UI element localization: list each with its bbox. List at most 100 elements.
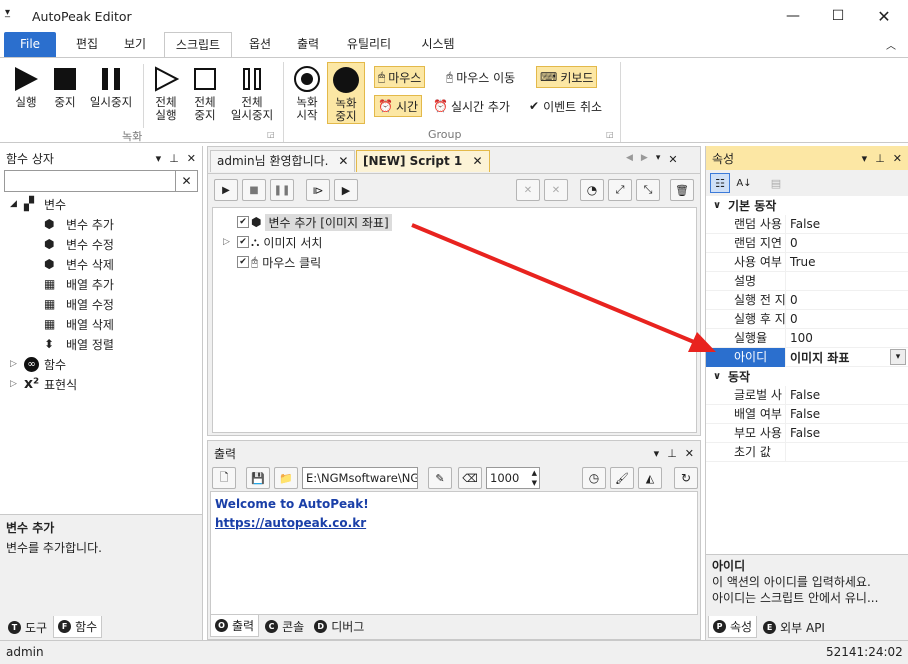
checkbox[interactable]: ✔ [237,216,249,228]
property-value[interactable]: 100 [786,331,813,345]
expand-arrow-icon[interactable]: ▷ [10,379,24,389]
tree-item[interactable]: ⬢ 변수 삭제 [10,254,200,274]
clear-search-icon[interactable]: ✕ [176,170,198,192]
expand-arrow-icon[interactable]: ▷ [10,359,24,369]
function-search-input[interactable] [4,170,176,192]
collapse-chevron-icon[interactable]: ∨ [706,200,728,211]
tab-system[interactable]: 시스템 [410,32,466,58]
property-value[interactable]: 0 [786,312,798,326]
brush-button[interactable]: 🖌 [610,467,634,489]
property-value[interactable]: False [786,426,820,440]
tab-debug[interactable]: D 디버그 [310,615,368,637]
tab-view[interactable]: 보기 [114,32,156,58]
tree-item[interactable]: ⬢ 변수 추가 [10,214,200,234]
property-row[interactable]: 부모 사용 False [706,423,908,443]
scroll-left-icon[interactable]: ◀ [626,153,633,166]
tree-node-variables[interactable]: ◢ ▞ 변수 [10,194,200,214]
property-pages-icon[interactable]: ▤ [766,173,786,193]
expand-arrow-icon[interactable]: ▷ [223,237,237,247]
tab-console[interactable]: C 콘솔 [261,615,308,637]
tab-output-log[interactable]: O 출력 [210,615,260,637]
category-basic[interactable]: ∨ 기본 동작 [706,196,908,215]
tab-tools[interactable]: T 도구 [4,616,51,638]
run-script-button[interactable]: ▶ [214,179,238,201]
trash-button[interactable]: 🗑 [670,179,694,201]
eraser-button[interactable]: ⌫ [458,467,482,489]
tree-item[interactable]: ▦ 배열 추가 [10,274,200,294]
close-tab-icon[interactable]: ✕ [338,154,348,168]
close-doc-icon[interactable]: ✕ [668,153,677,166]
category-action[interactable]: ∨ 동작 [706,367,908,386]
property-row[interactable]: 배열 여부 False [706,404,908,424]
collapse-arrow-icon[interactable]: ◢ [10,199,24,209]
property-row[interactable]: 실행 전 지0 [706,290,908,310]
property-value[interactable]: 0 [786,236,798,250]
dropdown-icon[interactable]: ▾ [862,152,868,165]
property-row[interactable]: 실행 후 지0 [706,309,908,329]
collapse-button[interactable]: ⤡ [636,179,660,201]
tree-item[interactable]: ⬍ 배열 정렬 [10,334,200,354]
play-from-button[interactable]: ▶ [334,179,358,201]
script-item-image-search[interactable]: ▷ ✔ ⛬ 이미지 서치 [223,232,322,252]
script-item-var-add[interactable]: ✔ ⬢ 변수 추가 [이미지 좌표] [223,212,392,232]
stop-script-button[interactable]: ■ [242,179,266,201]
tab-edit[interactable]: 편집 [66,32,108,58]
pin-icon[interactable]: ⊥ [169,152,179,165]
new-log-button[interactable]: 🗋 [212,467,236,489]
tree-item[interactable]: ⬢ 변수 수정 [10,234,200,254]
property-row[interactable]: 사용 여부 True [706,252,908,272]
property-row[interactable]: 설명 [706,271,908,291]
save-log-button[interactable]: 💾 [246,467,270,489]
stop-button[interactable]: 중지 [48,64,82,109]
pause-button[interactable]: 일시중지 [86,64,136,109]
pause-script-button[interactable]: ❚❚ [270,179,294,201]
time-toggle-button[interactable]: ⏰ 시간 [374,95,423,117]
property-row[interactable]: 글로벌 사 False [706,385,908,405]
record-stop-button[interactable]: 녹화 중지 [327,62,365,124]
property-row[interactable]: 실행율 100 [706,328,908,348]
tab-file[interactable]: File [4,32,56,58]
tab-external-api[interactable]: E 외부 API [759,616,829,638]
property-value[interactable]: False [786,407,820,421]
checkbox[interactable]: ✔ [237,236,249,248]
group-launcher-icon[interactable]: ◲ [267,130,275,139]
tree-node-expressions[interactable]: ▷ x² 표현식 [10,374,200,394]
run-button[interactable]: 실행 [8,64,44,109]
refresh-button[interactable]: ↻ [674,467,698,489]
timestamp-button[interactable]: ◷ [582,467,606,489]
tab-script[interactable]: 스크립트 [164,32,232,59]
realtime-add-button[interactable]: ⏰ 실시간 추가 [430,95,513,117]
property-value[interactable]: 이미지 좌표 [786,349,849,366]
close-icon[interactable]: ✕ [893,152,902,165]
tab-options[interactable]: 옵션 [240,32,280,58]
property-row[interactable]: 랜덤 지연 0 [706,233,908,253]
keyboard-toggle-button[interactable]: ⌨ 키보드 [536,66,598,88]
step-play-button[interactable]: ⧐ [306,179,330,201]
pin-icon[interactable]: ⊥ [667,447,677,460]
property-row[interactable]: 아이디 이미지 좌표 ▾ [706,347,908,367]
script-item-mouse-click[interactable]: ✔ 🖰 마우스 클릭 [223,252,321,272]
pause-all-button[interactable]: 전체 일시중지 [226,64,278,122]
record-start-button[interactable]: 녹화 시작 [289,64,325,122]
run-all-button[interactable]: 전체 실행 [148,64,184,122]
dropdown-icon[interactable]: ▾ [156,152,162,165]
open-folder-button[interactable]: 📁 [274,467,298,489]
expand-button[interactable]: ⤢ [608,179,632,201]
event-cancel-button[interactable]: ✔ 이벤트 취소 [526,95,605,117]
tree-item[interactable]: ▦ 배열 삭제 [10,314,200,334]
close-window-button[interactable]: ✕ [861,0,907,32]
spin-arrows-icon[interactable]: ▲ ▼ [532,468,537,488]
property-row[interactable]: 랜덤 사용 False [706,214,908,234]
property-value[interactable]: False [786,217,820,231]
tab-properties[interactable]: P 속성 [708,616,758,638]
disabled-delete-all-button[interactable]: ✕ [544,179,568,201]
log-link[interactable]: https://autopeak.co.kr [215,514,693,532]
property-value[interactable]: False [786,388,820,402]
maximize-button[interactable]: ☐ [815,0,861,32]
log-path-field[interactable]: E:\NGMsoftware\NG [302,467,418,489]
dropdown-button[interactable]: ▾ [890,349,906,365]
clean-button[interactable]: ✎ [428,467,452,489]
dropdown-icon[interactable]: ▾ [654,447,660,460]
scroll-right-icon[interactable]: ▶ [641,153,648,166]
stop-all-button[interactable]: 전체 중지 [188,64,222,122]
